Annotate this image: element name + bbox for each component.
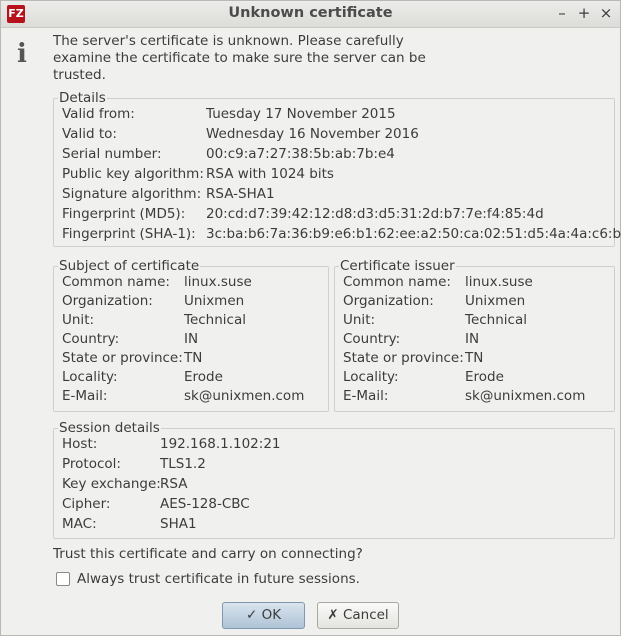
subject-title: Subject of certificate <box>58 258 201 274</box>
details-row-label: Valid to: <box>62 126 117 142</box>
issuer-row-value: Technical <box>465 312 527 328</box>
issuer-row-label: Organization: <box>343 293 434 309</box>
session-row-value: AES-128-CBC <box>160 496 250 512</box>
issuer-row-value: IN <box>465 331 480 347</box>
session-row-label: Host: <box>62 436 98 452</box>
issuer-row-label: E-Mail: <box>343 388 389 404</box>
session-row-value: 192.168.1.102:21 <box>160 436 281 452</box>
cancel-button[interactable]: ✗ Cancel <box>317 602 399 629</box>
cancel-label: Cancel <box>342 607 389 623</box>
warning-message: The server's certificate is unknown. Ple… <box>53 33 426 83</box>
details-row-value: Tuesday 17 November 2015 <box>206 106 396 122</box>
issuer-title: Certificate issuer <box>339 258 456 274</box>
session-row-label: Protocol: <box>62 456 121 472</box>
subject-row-label: E-Mail: <box>62 388 108 404</box>
close-icon[interactable]: × <box>597 4 615 22</box>
ok-label: OK <box>261 607 282 623</box>
subject-row-label: Locality: <box>62 369 118 385</box>
session-title: Session details <box>58 420 161 436</box>
details-row-value: 20:cd:d7:39:42:12:d8:d3:d5:31:2d:b7:7e:f… <box>206 206 544 222</box>
subject-row-label: Organization: <box>62 293 153 309</box>
details-row-value: Wednesday 16 November 2016 <box>206 126 419 142</box>
issuer-row-label: State or province: <box>343 350 464 366</box>
issuer-row-value: Erode <box>465 369 504 385</box>
session-group: Session details Host: 192.168.1.102:21 Pro… <box>53 420 615 539</box>
subject-row-label: Country: <box>62 331 120 347</box>
details-row-label: Public key algorithm: <box>62 166 204 182</box>
issuer-row-value: Unixmen <box>465 293 526 309</box>
details-row-label: Valid from: <box>62 106 135 122</box>
subject-row-value: sk@unixmen.com <box>184 388 305 404</box>
maximize-icon[interactable]: + <box>575 4 593 22</box>
dialog-window: FZ Unknown certificate – + × i The serve… <box>0 0 621 636</box>
details-row-label: Fingerprint (MD5): <box>62 206 186 222</box>
subject-row-value: TN <box>184 350 203 366</box>
subject-row-label: Common name: <box>62 274 170 290</box>
subject-row-value: IN <box>184 331 199 347</box>
details-row-label: Fingerprint (SHA-1): <box>62 226 196 242</box>
details-group: Details Valid from: Tuesday 17 November 2… <box>53 90 621 247</box>
details-row-label: Serial number: <box>62 146 162 162</box>
details-row-value: RSA-SHA1 <box>206 186 275 202</box>
details-row-value: 00:c9:a7:27:38:5b:ab:7b:e4 <box>206 146 395 162</box>
cancel-x-icon: ✗ <box>327 607 339 623</box>
issuer-row-label: Country: <box>343 331 401 347</box>
issuer-row-label: Locality: <box>343 369 399 385</box>
minimize-icon[interactable]: – <box>553 4 571 22</box>
session-row-value: TLS1.2 <box>160 456 206 472</box>
subject-row-label: State or province: <box>62 350 183 366</box>
checkmark-icon: ✓ <box>245 607 258 623</box>
subject-row-value: Unixmen <box>184 293 245 309</box>
details-row-label: Signature algorithm: <box>62 186 202 202</box>
issuer-row-label: Common name: <box>343 274 451 290</box>
trust-question: Trust this certificate and carry on conn… <box>53 546 363 562</box>
info-icon: i <box>17 39 27 69</box>
issuer-row-label: Unit: <box>343 312 376 328</box>
session-row-label: Key exchange: <box>62 476 161 492</box>
always-trust-checkbox[interactable] <box>56 572 70 586</box>
subject-row-value: Technical <box>184 312 246 328</box>
session-row-value: SHA1 <box>160 516 197 532</box>
issuer-group: Certificate issuer Common name: linux.sus… <box>334 258 615 412</box>
titlebar: FZ Unknown certificate – + × <box>1 1 620 28</box>
issuer-row-value: sk@unixmen.com <box>465 388 586 404</box>
subject-row-label: Unit: <box>62 312 95 328</box>
subject-row-value: Erode <box>184 369 223 385</box>
session-row-label: Cipher: <box>62 496 111 512</box>
details-row-value: RSA with 1024 bits <box>206 166 334 182</box>
details-title: Details <box>58 90 107 106</box>
ok-button[interactable]: ✓ OK <box>222 602 305 629</box>
always-trust-label[interactable]: Always trust certificate in future sessi… <box>77 571 360 587</box>
session-row-value: RSA <box>160 476 188 492</box>
subject-group: Subject of certificate Common name: linux… <box>53 258 329 412</box>
window-title: Unknown certificate <box>228 5 393 21</box>
issuer-row-value: TN <box>465 350 484 366</box>
session-row-label: MAC: <box>62 516 97 532</box>
issuer-row-value: linux.suse <box>465 274 533 290</box>
details-row-value: 3c:ba:b6:7a:36:b9:e6:b1:62:ee:a2:50:ca:0… <box>206 226 621 242</box>
subject-row-value: linux.suse <box>184 274 252 290</box>
